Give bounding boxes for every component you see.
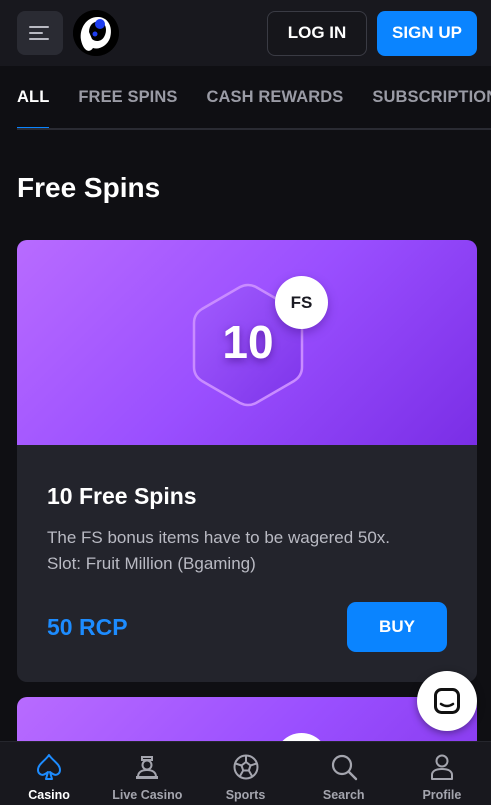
offer-body: 10 Free Spins The FS bonus items have to… xyxy=(17,445,477,577)
tab-cash-rewards[interactable]: CASH REWARDS xyxy=(206,66,343,128)
tab-all[interactable]: ALL xyxy=(17,66,50,128)
bottom-navigation: Casino Live Casino Sports Search Profile xyxy=(0,741,491,805)
tab-subscriptions[interactable]: SUBSCRIPTIONS xyxy=(372,66,491,128)
offer-description: The FS bonus items have to be wagered 50… xyxy=(47,525,447,577)
nav-profile[interactable]: Profile xyxy=(393,742,491,805)
signup-button[interactable]: SIGN UP xyxy=(377,10,477,56)
category-tabs: ALL FREE SPINS CASH REWARDS SUBSCRIPTION… xyxy=(17,66,491,130)
nav-label: Casino xyxy=(28,788,70,802)
offer-footer: 50 RCP BUY xyxy=(47,602,447,652)
nav-casino[interactable]: Casino xyxy=(0,742,98,805)
buy-button[interactable]: BUY xyxy=(347,602,447,652)
brand-logo[interactable] xyxy=(73,10,119,56)
offer-description-line: Slot: Fruit Million (Bgaming) xyxy=(47,554,256,573)
search-icon xyxy=(329,752,359,782)
offer-description-line: The FS bonus items have to be wagered 50… xyxy=(47,528,391,547)
offer-title: 10 Free Spins xyxy=(47,483,197,509)
chat-icon xyxy=(434,688,460,714)
tab-free-spins[interactable]: FREE SPINS xyxy=(78,66,177,128)
dealer-icon xyxy=(132,752,162,782)
offer-card: 10 FS 10 Free Spins The FS bonus items h… xyxy=(17,240,477,682)
top-header: LOG IN SIGN UP xyxy=(0,0,491,66)
fs-badge: FS xyxy=(275,276,328,329)
hamburger-icon xyxy=(29,26,49,40)
nav-search[interactable]: Search xyxy=(295,742,393,805)
nav-label: Live Casino xyxy=(112,788,183,802)
nav-label: Search xyxy=(322,788,365,802)
user-icon xyxy=(427,752,457,782)
menu-button[interactable] xyxy=(17,11,63,55)
logo-icon xyxy=(73,10,119,56)
nav-label: Profile xyxy=(422,788,462,802)
soccer-ball-icon xyxy=(231,752,261,782)
login-button[interactable]: LOG IN xyxy=(267,10,367,56)
offer-banner: 10 FS xyxy=(17,240,477,445)
offer-price: 50 RCP xyxy=(47,613,128,640)
spade-icon xyxy=(34,752,64,782)
nav-sports[interactable]: Sports xyxy=(196,742,294,805)
nav-label: Sports xyxy=(225,788,266,802)
nav-live-casino[interactable]: Live Casino xyxy=(98,742,196,805)
chat-button[interactable] xyxy=(417,671,477,731)
section-title: Free Spins xyxy=(17,172,161,203)
